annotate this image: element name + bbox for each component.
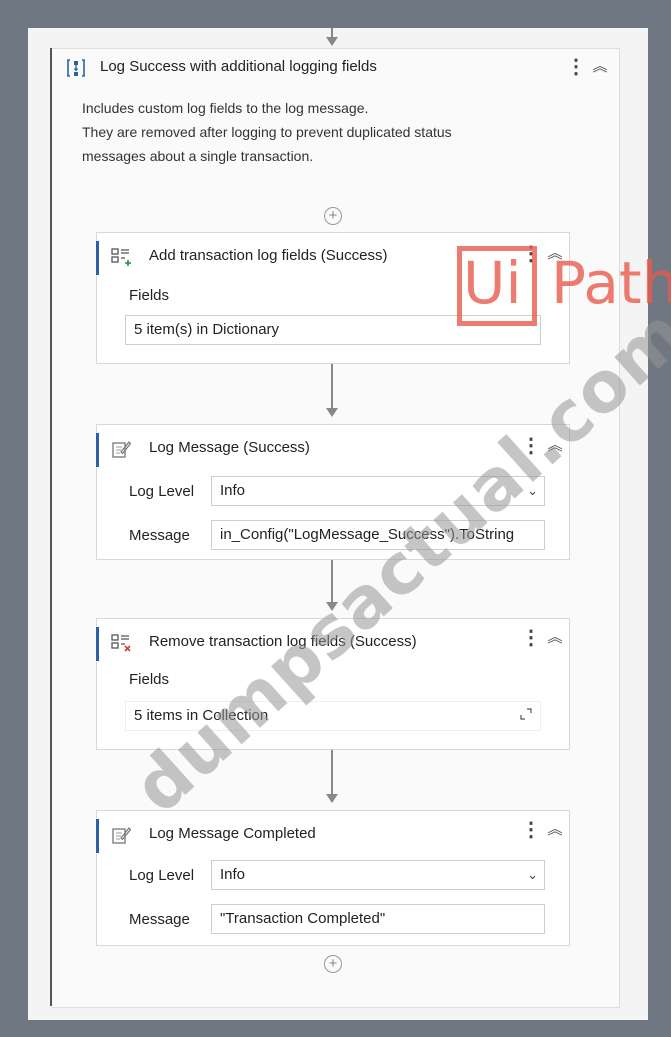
connector-line <box>331 750 333 794</box>
log-message-icon <box>112 441 131 458</box>
fields-value-text: 5 items in Collection <box>134 707 269 724</box>
annotation-line: They are removed after logging to preven… <box>82 124 452 140</box>
annotation-line: messages about a single transaction. <box>82 148 314 164</box>
add-activity-plus-icon[interactable]: + <box>324 207 342 225</box>
connector-arrow-icon <box>326 602 338 611</box>
add-activity-plus-icon[interactable]: + <box>324 955 342 973</box>
fields-label: Fields <box>129 287 170 304</box>
remove-log-fields-icon <box>111 634 131 652</box>
activity-log-message-completed[interactable]: Log Message Completed ⋮ ︽ Log Level Info… <box>96 810 570 946</box>
connector-arrow-icon <box>326 37 338 46</box>
log-level-select[interactable]: Info ⌄ <box>211 476 545 506</box>
activity-collapse-icon[interactable]: ︽ <box>547 435 563 457</box>
log-level-label: Log Level <box>129 483 195 500</box>
logo-path-text: Path <box>551 249 671 317</box>
activity-remove-log-fields[interactable]: Remove transaction log fields (Success) … <box>96 618 570 750</box>
activity-title[interactable]: Remove transaction log fields (Success) <box>149 633 417 650</box>
sequence-icon <box>67 59 85 77</box>
add-log-fields-icon <box>111 248 131 266</box>
activity-more-icon[interactable]: ⋮ <box>521 819 541 841</box>
fields-value[interactable]: 5 items in Collection <box>125 701 541 731</box>
activity-title[interactable]: Log Message Completed <box>149 825 316 842</box>
expand-icon[interactable] <box>520 708 532 720</box>
activity-accent-bar <box>96 241 99 275</box>
log-level-select[interactable]: Info ⌄ <box>211 860 545 890</box>
message-field[interactable]: in_Config("LogMessage_Success").ToString <box>211 520 545 550</box>
message-label: Message <box>129 911 190 928</box>
connector-arrow-icon <box>326 408 338 417</box>
message-field[interactable]: "Transaction Completed" <box>211 904 545 934</box>
activity-log-message-success[interactable]: Log Message (Success) ⋮ ︽ Log Level Info… <box>96 424 570 560</box>
sequence-left-border <box>50 48 52 1006</box>
sequence-title[interactable]: Log Success with additional logging fiel… <box>100 58 377 75</box>
sequence-more-icon[interactable]: ⋮ <box>566 56 586 78</box>
message-label: Message <box>129 527 190 544</box>
sequence-collapse-icon[interactable]: ︽ <box>592 56 608 78</box>
activity-more-icon[interactable]: ⋮ <box>521 627 541 649</box>
activity-accent-bar <box>96 433 99 467</box>
log-level-label: Log Level <box>129 867 195 884</box>
activity-title[interactable]: Add transaction log fields (Success) <box>149 247 387 264</box>
fields-label: Fields <box>129 671 170 688</box>
annotation-line: Includes custom log fields to the log me… <box>82 100 369 116</box>
activity-accent-bar <box>96 819 99 853</box>
chevron-down-icon[interactable]: ⌄ <box>527 477 538 505</box>
connector-line <box>331 560 333 602</box>
activity-collapse-icon[interactable]: ︽ <box>547 627 563 649</box>
activity-more-icon[interactable]: ⋮ <box>521 435 541 457</box>
log-level-value: Info <box>220 482 246 499</box>
activity-accent-bar <box>96 627 99 661</box>
log-message-icon <box>112 827 131 844</box>
activity-collapse-icon[interactable]: ︽ <box>547 819 563 841</box>
chevron-down-icon[interactable]: ⌄ <box>527 861 538 889</box>
uipath-logo: Ui Path <box>457 246 671 326</box>
activity-title[interactable]: Log Message (Success) <box>149 439 310 456</box>
connector-line <box>331 364 333 408</box>
sequence-annotation[interactable]: Includes custom log fields to the log me… <box>82 96 562 168</box>
connector-arrow-icon <box>326 794 338 803</box>
log-level-value: Info <box>220 866 246 883</box>
logo-ui-text: Ui <box>463 249 522 317</box>
